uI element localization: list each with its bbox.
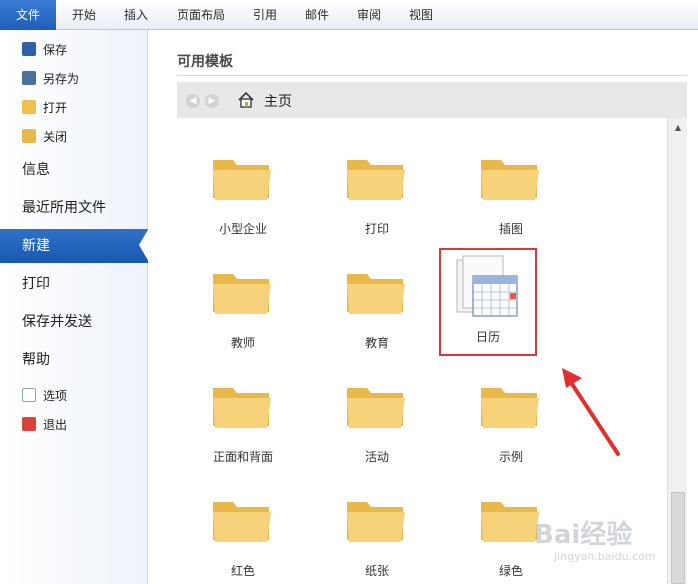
sidebar-item-exit[interactable]: 退出 [0,412,148,436]
template-illustration[interactable]: 插图 [456,144,566,248]
template-education[interactable]: 教育 [322,258,432,362]
tab-view[interactable]: 视图 [398,0,444,30]
sidebar-item-label: 退出 [43,417,68,432]
tile-label: 活动 [364,450,389,464]
exit-icon [22,417,36,431]
tile-label: 教育 [364,336,389,350]
active-pointer-tip [139,228,149,262]
tile-label: 纸张 [364,564,389,578]
main-panel: 可用模板 ◀ ▶ 主页 小型企业 打印 插图 教师 教育 日历 正面和背面 活动… [149,30,698,584]
folder-icon [347,388,405,428]
ribbon-tab-bar: 文件 开始 插入 页面布局 引用 邮件 审阅 视图 [0,0,698,30]
save-icon [22,42,36,56]
template-calendar[interactable]: 日历 [439,248,537,356]
back-icon[interactable]: ◀ [186,94,200,108]
template-front-and-back[interactable]: 正面和背面 [188,372,298,476]
tile-label: 教师 [230,336,255,350]
tile-label: 正面和背面 [212,450,273,464]
tile-label: 红色 [230,564,255,578]
heading-divider [177,75,687,76]
sidebar-item-recent[interactable]: 最近所用文件 [0,191,148,225]
tile-label: 打印 [364,222,389,236]
sidebar-item-open[interactable]: 打开 [0,95,148,119]
tile-label: 插图 [498,222,523,236]
template-activity[interactable]: 活动 [322,372,432,476]
sidebar-item-label: 保存 [43,42,68,57]
home-icon[interactable] [237,91,255,109]
calendar-icon [456,255,518,317]
options-icon [22,388,36,402]
open-folder-icon [22,100,36,114]
tile-label: 小型企业 [218,222,267,236]
folder-icon [213,502,271,542]
template-teacher[interactable]: 教师 [188,258,298,362]
template-paper[interactable]: 纸张 [322,486,432,584]
forward-icon[interactable]: ▶ [205,94,219,108]
folder-icon [213,160,271,200]
watermark-brand: Bai经验 [534,520,633,550]
template-print[interactable]: 打印 [322,144,432,248]
sidebar-item-close[interactable]: 关闭 [0,124,148,148]
sidebar-item-label: 选项 [43,388,68,403]
scroll-up-icon[interactable]: ▲ [672,122,684,134]
sidebar-item-options[interactable]: 选项 [0,383,148,407]
folder-icon [347,160,405,200]
template-small-business[interactable]: 小型企业 [188,144,298,248]
folder-icon [213,274,271,314]
annotation-arrow-icon [562,368,620,456]
folder-icon [481,388,539,428]
folder-icon [347,274,405,314]
tab-mailings[interactable]: 邮件 [294,0,340,30]
tab-references[interactable]: 引用 [242,0,288,30]
tab-file[interactable]: 文件 [0,0,56,30]
save-as-icon [22,71,36,85]
tab-insert[interactable]: 插入 [112,0,160,30]
sidebar-item-new[interactable]: 新建 [0,229,148,263]
sidebar-item-help[interactable]: 帮助 [0,343,148,377]
tab-review[interactable]: 审阅 [346,0,392,30]
tab-home[interactable]: 开始 [60,0,108,30]
folder-icon [347,502,405,542]
sidebar-item-save[interactable]: 保存 [0,37,148,61]
sidebar-item-print[interactable]: 打印 [0,267,148,301]
folder-icon [481,502,539,542]
sidebar-item-save-and-send[interactable]: 保存并发送 [0,305,148,339]
watermark: Bai经验 jingyan.baidu.com [534,514,684,574]
breadcrumb-home[interactable]: 主页 [264,91,292,111]
sidebar-item-save-as[interactable]: 另存为 [0,66,148,90]
sidebar-item-info[interactable]: 信息 [0,153,148,187]
sidebar-item-label: 另存为 [43,71,80,86]
folder-icon [213,388,271,428]
tab-page-layout[interactable]: 页面布局 [166,0,236,30]
tile-label: 日历 [475,330,500,344]
watermark-url: jingyan.baidu.com [554,550,656,563]
template-nav-bar: ◀ ▶ 主页 [177,82,687,118]
page-title: 可用模板 [177,54,233,70]
sidebar-item-label: 关闭 [43,129,68,144]
template-example[interactable]: 示例 [456,372,566,476]
close-folder-icon [22,129,36,143]
template-red[interactable]: 红色 [188,486,298,584]
folder-icon [481,160,539,200]
backstage-sidebar: 保存 另存为 打开 关闭 信息 最近所用文件 新建 打印 保存并发送 帮助 选项… [0,30,148,584]
tile-label: 示例 [498,450,523,464]
sidebar-item-label: 打开 [43,100,68,115]
